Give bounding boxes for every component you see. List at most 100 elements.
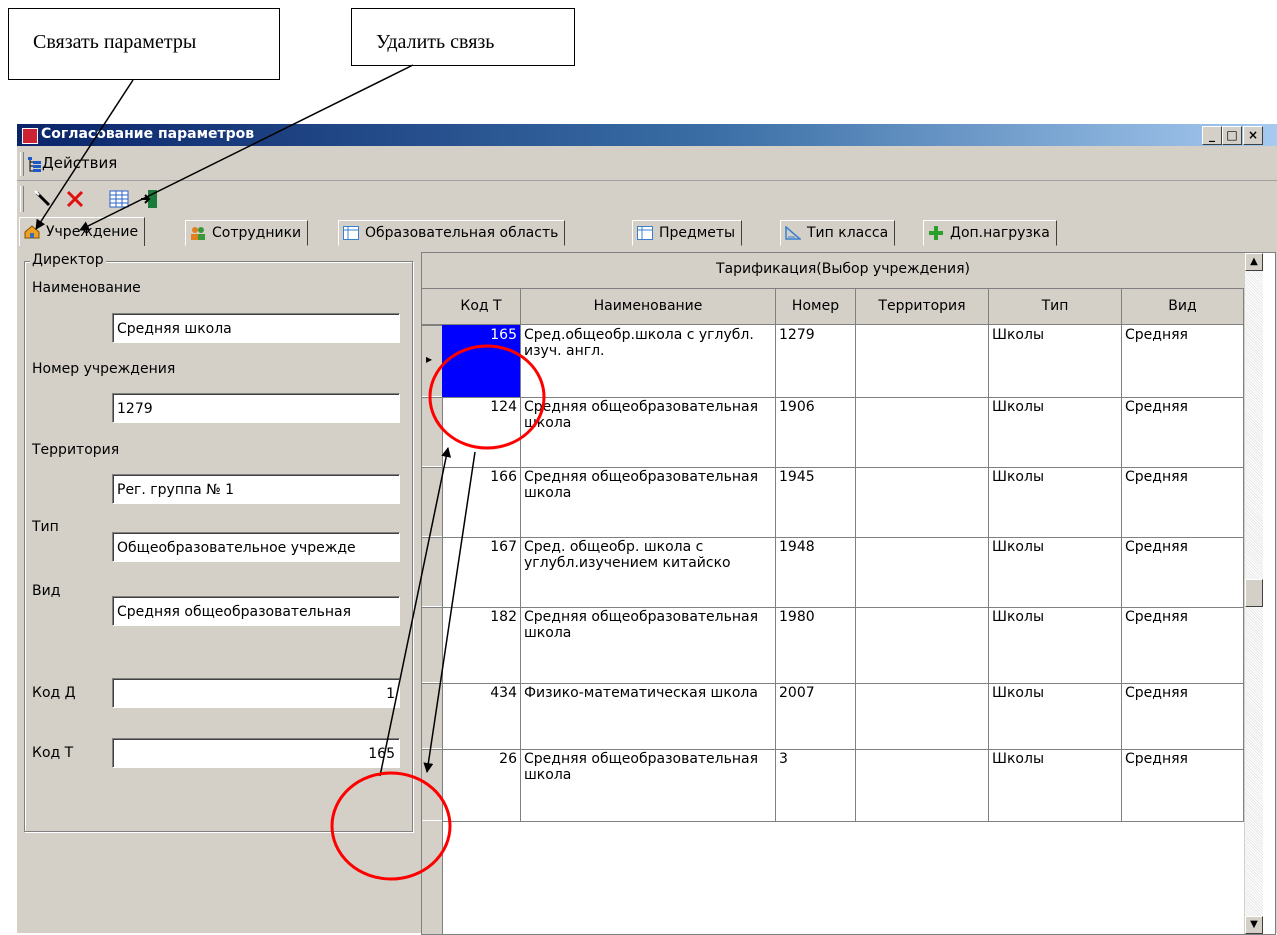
row-indicator[interactable] [422,749,442,821]
minimize-button[interactable]: _ [1202,126,1222,145]
table-row[interactable]: 124 Средняя общеобразовательная школа 1906… [442,397,1244,468]
col-name[interactable]: Наименование [521,289,776,324]
row-indicator[interactable] [422,683,442,749]
cell-kod-t[interactable]: 167 [442,537,521,607]
table-row[interactable]: 434 Физико-математическая школа 2007 Школы С… [442,683,1244,750]
table-row[interactable]: 182 Средняя общеобразовательная школа 1980… [442,607,1244,684]
scroll-thumb[interactable] [1245,579,1263,607]
cell-kod-t[interactable]: 124 [442,397,521,467]
row-indicator[interactable] [422,397,442,467]
cell-territory[interactable] [856,607,989,683]
cell-type[interactable]: Школы [989,325,1122,397]
menu-actions[interactable]: Действия [42,154,117,172]
house-icon [24,225,40,239]
cell-name[interactable]: Средняя общеобразовательная школа [521,397,776,467]
delete-link-button[interactable] [61,186,89,212]
col-kod-t[interactable]: Код Т [442,289,521,324]
cell-type[interactable]: Школы [989,537,1122,607]
cell-territory[interactable] [856,537,989,607]
row-indicator[interactable] [422,607,442,683]
table-row[interactable]: 167 Сред. общеобр. школа с углубл.изучени… [442,537,1244,608]
cell-type[interactable]: Школы [989,467,1122,537]
cell-name[interactable]: Сред.общеобр.школа с углубл. изуч. англ. [521,325,776,397]
cell-territory[interactable] [856,683,989,749]
kod-t-field[interactable]: 165 [112,738,400,768]
cell-territory[interactable] [856,749,989,821]
row-indicator[interactable]: ▸ [422,325,442,397]
grid-column-header: Код Т Наименование Номер Территория Тип … [422,289,1244,325]
menu-bar: Действия [17,148,1277,181]
menu-grip [20,152,24,176]
col-kind[interactable]: Вид [1122,289,1244,324]
col-territory[interactable]: Территория [856,289,989,324]
table-icon [109,190,129,208]
scroll-up-button[interactable]: ▲ [1245,253,1263,271]
cell-type[interactable]: Школы [989,683,1122,749]
cell-kod-t[interactable]: 166 [442,467,521,537]
cell-kind[interactable]: Средняя [1122,325,1244,397]
tab-extra-load[interactable]: Доп.нагрузка [923,220,1057,246]
cell-type[interactable]: Школы [989,397,1122,467]
cell-kod-t[interactable]: 182 [442,607,521,683]
cell-kind[interactable]: Средняя [1122,397,1244,467]
tab-subjects[interactable]: Предметы [632,220,743,246]
cell-type[interactable]: Школы [989,607,1122,683]
cell-number[interactable]: 2007 [776,683,856,749]
cell-number[interactable]: 1948 [776,537,856,607]
cell-kod-t[interactable]: 165 [442,325,521,397]
cell-number[interactable]: 1945 [776,467,856,537]
kod-d-field[interactable]: 1 [112,678,400,708]
type-field[interactable]: Общеобразовательное учрежде [112,532,400,562]
cell-name[interactable]: Средняя общеобразовательная школа [521,467,776,537]
maximize-button[interactable]: □ [1222,126,1242,145]
cell-kod-t[interactable]: 26 [442,749,521,821]
cell-name[interactable]: Средняя общеобразовательная школа [521,607,776,683]
close-button[interactable]: × [1243,126,1263,145]
cell-kind[interactable]: Средняя [1122,683,1244,749]
kind-field[interactable]: Средняя общеобразовательная [112,596,400,626]
plus-icon [929,226,943,240]
table-button[interactable] [105,186,133,212]
table-row[interactable]: 26 Средняя общеобразовательная школа 3 Школ… [442,749,1244,822]
col-number[interactable]: Номер [776,289,856,324]
tab-edu-area[interactable]: Образовательная область [338,220,566,246]
tab-institution[interactable]: Учреждение [19,217,146,246]
number-label: Номер учреждения [32,361,176,377]
cell-kind[interactable]: Средняя [1122,467,1244,537]
table-row[interactable]: 165 Сред.общеобр.школа с углубл. изуч. ан… [442,325,1244,398]
callout-unlink-label: Удалить связь [376,31,495,53]
scroll-down-button[interactable]: ▼ [1245,916,1263,934]
cell-territory[interactable] [856,467,989,537]
cell-number[interactable]: 1279 [776,325,856,397]
cell-type[interactable]: Школы [989,749,1122,821]
number-field[interactable]: 1279 [112,393,400,423]
cell-name[interactable]: Физико-математическая школа [521,683,776,749]
cell-number[interactable]: 1906 [776,397,856,467]
cell-number[interactable]: 3 [776,749,856,821]
cell-kind[interactable]: Средняя [1122,749,1244,821]
exit-button[interactable] [135,186,163,212]
link-params-button[interactable] [29,186,57,212]
cell-territory[interactable] [856,325,989,397]
row-indicator[interactable] [422,537,442,607]
cell-kod-t[interactable]: 434 [442,683,521,749]
tab-employees[interactable]: Сотрудники [185,220,309,246]
cell-kind[interactable]: Средняя [1122,607,1244,683]
territory-field[interactable]: Рег. группа № 1 [112,474,400,504]
tab-institution-label: Учреждение [46,224,139,240]
col-type[interactable]: Тип [989,289,1122,324]
row-indicator[interactable] [422,467,442,537]
tab-class-type-label: Тип класса [807,225,889,241]
table-row[interactable]: 166 Средняя общеобразовательная школа 1945… [442,467,1244,538]
cell-number[interactable]: 1980 [776,607,856,683]
current-row-marker-icon: ▸ [426,352,433,366]
tab-class-type[interactable]: Тип класса [780,220,896,246]
name-field[interactable]: Средняя школа [112,313,400,343]
cell-kind[interactable]: Средняя [1122,537,1244,607]
cell-name[interactable]: Сред. общеобр. школа с углубл.изучением … [521,537,776,607]
cell-territory[interactable] [856,397,989,467]
cell-name[interactable]: Средняя общеобразовательная школа [521,749,776,821]
vertical-scrollbar[interactable]: ▲ ▼ [1244,253,1263,934]
grid-band-header: Тарификация(Выбор учреждения) [422,253,1244,289]
title-bar[interactable]: Согласование параметров _ □ × [17,124,1277,146]
